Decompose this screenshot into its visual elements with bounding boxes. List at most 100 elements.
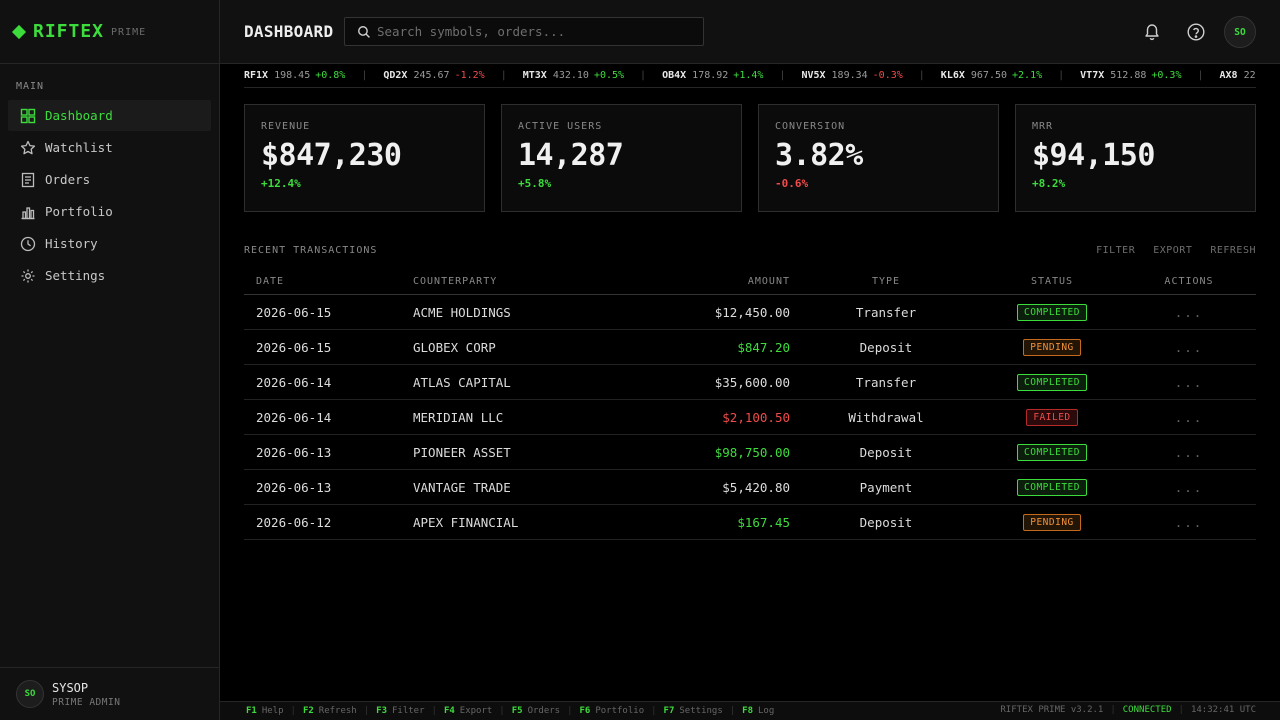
function-key-label: Settings — [679, 706, 723, 716]
cell-amount: $35,600.00 — [714, 374, 790, 390]
refresh-button[interactable]: REFRESH — [1210, 245, 1256, 256]
table-body: 2026-06-15 ACME HOLDINGS $12,450.00 Transfe… — [244, 295, 1256, 540]
function-key-f1[interactable]: F1 Help | — [246, 706, 303, 716]
function-key-f4[interactable]: F4 Export | — [444, 706, 512, 716]
cell-status: COMPLETED — [982, 373, 1122, 391]
table-row[interactable]: 2026-06-13 PIONEER ASSET $98,750.00 Deposit… — [244, 435, 1256, 470]
cell-type: Deposit — [859, 444, 913, 460]
ticker-change: -0.3% — [872, 70, 903, 81]
sidebar-nav: Dashboard Watchlist Orders Portfolio His… — [8, 100, 211, 292]
sidebar-item-history[interactable]: History — [8, 228, 211, 259]
kpi-delta: +8.2% — [1032, 177, 1066, 190]
column-header-amount[interactable]: AMOUNT — [623, 276, 790, 287]
sidebar-item-orders[interactable]: Orders — [8, 164, 211, 195]
kpi-value: 3.82% — [775, 138, 863, 173]
cell-amount: $167.45 — [737, 514, 790, 530]
row-actions-button[interactable]: ... — [1122, 305, 1256, 320]
function-key-f6[interactable]: F6 Portfolio | — [580, 706, 664, 716]
status-separator: | — [1110, 705, 1116, 715]
sidebar-item-settings[interactable]: Settings — [8, 260, 211, 291]
user-profile[interactable]: SO SYSOP PRIME ADMIN — [0, 667, 219, 720]
row-actions-button[interactable]: ... — [1122, 515, 1256, 530]
function-key-f7[interactable]: F7 Settings | — [664, 706, 743, 716]
sidebar-item-dashboard[interactable]: Dashboard — [8, 100, 211, 131]
cell-type: Payment — [859, 479, 913, 495]
user-name: SYSOP — [52, 680, 89, 695]
row-actions-button[interactable]: ... — [1122, 410, 1256, 425]
cell-date: 2026-06-13 — [256, 444, 332, 460]
cell-counterparty: ACME HOLDINGS — [413, 304, 511, 320]
function-key-label: Help — [261, 706, 284, 716]
row-actions-button[interactable]: ... — [1122, 445, 1256, 460]
function-key-f5[interactable]: F5 Orders | — [512, 706, 580, 716]
table-header: DATE COUNTERPARTY AMOUNT TYPE STATUS ACT… — [244, 268, 1256, 295]
kpi-label: CONVERSION — [775, 121, 846, 132]
table-row[interactable]: 2026-06-14 ATLAS CAPITAL $35,600.00 Transfe… — [244, 365, 1256, 400]
ticker-price: 967.50 — [970, 70, 1008, 81]
table-row[interactable]: 2026-06-12 APEX FINANCIAL $167.45 Deposit PE… — [244, 505, 1256, 540]
ticker-item[interactable]: VT7X 512.88 +0.3% | — [1080, 70, 1219, 81]
list-icon — [21, 172, 35, 187]
table-row[interactable]: 2026-06-13 VANTAGE TRADE $5,420.80 Payment C… — [244, 470, 1256, 505]
cell-amount: $2,100.50 — [722, 409, 790, 425]
status-badge: PENDING — [1023, 514, 1081, 531]
sidebar-item-label: Orders — [45, 172, 91, 187]
column-header-status[interactable]: STATUS — [982, 276, 1122, 287]
ticker-price: 198.45 — [274, 70, 311, 81]
function-key-f8[interactable]: F8 Log — [742, 706, 774, 716]
ticker-item[interactable]: QD2X 245.67 -1.2% | — [383, 70, 522, 81]
function-key-code: F2 — [302, 706, 314, 716]
cell-date: 2026-06-15 — [256, 304, 332, 320]
search-icon — [358, 25, 370, 38]
ticker-separator: | — [779, 70, 786, 81]
search-input[interactable] — [377, 24, 697, 39]
table-row[interactable]: 2026-06-15 ACME HOLDINGS $12,450.00 Transfe… — [244, 295, 1256, 330]
row-actions-button[interactable]: ... — [1122, 480, 1256, 495]
header-avatar[interactable]: SO — [1224, 16, 1256, 48]
ticker-symbol: KL6X — [940, 70, 965, 81]
ticker-change: -1.2% — [454, 70, 485, 81]
cell-status: PENDING — [982, 513, 1122, 531]
bell-icon — [1145, 24, 1159, 41]
sidebar-item-label: Settings — [45, 268, 106, 283]
sidebar-item-portfolio[interactable]: Portfolio — [8, 196, 211, 227]
status-info: RIFTEX PRIME v3.2.1 | CONNECTED | 14:32:… — [1000, 705, 1256, 715]
ticker-symbol: VT7X — [1080, 70, 1105, 81]
ticker-item[interactable]: NV5X 189.34 -0.3% | — [801, 70, 940, 81]
function-key-label: Filter — [392, 706, 425, 716]
row-actions-button[interactable]: ... — [1122, 340, 1256, 355]
column-header-type[interactable]: TYPE — [790, 276, 982, 287]
cell-counterparty: ATLAS CAPITAL — [413, 374, 511, 390]
ticker-price: 245.67 — [413, 70, 450, 81]
kpi-card-revenue: REVENUE $847,230 +12.4% — [244, 104, 485, 212]
notifications-button[interactable] — [1142, 22, 1162, 42]
filter-button[interactable]: FILTER — [1096, 245, 1135, 256]
table-row[interactable]: 2026-06-15 GLOBEX CORP $847.20 Deposit PENDI… — [244, 330, 1256, 365]
function-key-f3[interactable]: F3 Filter | — [376, 706, 444, 716]
ticker-symbol: NV5X — [801, 70, 826, 81]
function-key-code: F1 — [246, 706, 257, 716]
row-actions-button[interactable]: ... — [1122, 375, 1256, 390]
ticker-item[interactable]: MT3X 432.10 +0.5% | — [523, 70, 662, 81]
export-button[interactable]: EXPORT — [1153, 245, 1192, 256]
logo[interactable]: RIFTEX PRIME — [0, 0, 219, 64]
sidebar-item-watchlist[interactable]: Watchlist — [8, 132, 211, 163]
function-key-separator: | — [363, 706, 370, 716]
table-row[interactable]: 2026-06-14 MERIDIAN LLC $2,100.50 Withdrawa… — [244, 400, 1256, 435]
cell-date: 2026-06-13 — [256, 479, 332, 495]
ticker-symbol: AX8 — [1219, 70, 1238, 81]
ticker-separator: | — [640, 70, 647, 81]
help-button[interactable] — [1186, 22, 1206, 42]
function-key-f2[interactable]: F2 Refresh | — [303, 706, 376, 716]
ticker-item[interactable]: RF1X 198.45 +0.8% | — [244, 70, 383, 81]
search-box[interactable] — [344, 17, 704, 46]
ticker-item[interactable]: KL6X 967.50 +2.1% | — [941, 70, 1080, 81]
help-icon — [1187, 23, 1205, 41]
star-icon — [20, 140, 36, 154]
column-header-counterparty[interactable]: COUNTERPARTY — [413, 276, 623, 287]
sidebar: RIFTEX PRIME MAIN Dashboard Watchlist Or… — [0, 0, 220, 720]
column-header-date[interactable]: DATE — [244, 276, 413, 287]
ticker-item[interactable]: OB4X 178.92 +1.4% | — [662, 70, 801, 81]
page-title: DASHBOARD — [244, 22, 334, 41]
ticker-item[interactable]: AX8221.40+0.6% — [1220, 70, 1256, 81]
